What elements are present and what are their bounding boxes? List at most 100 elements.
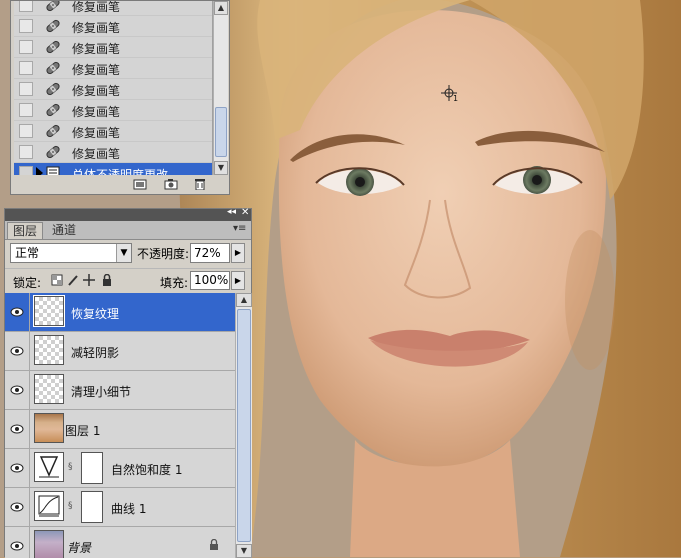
- history-state-item[interactable]: 修复画笔: [14, 58, 212, 79]
- history-brush-source-checkbox[interactable]: [19, 61, 33, 75]
- lock-position-icon[interactable]: [83, 274, 95, 286]
- collapse-icon[interactable]: ◂◂: [227, 207, 236, 217]
- layer-thumbnail-transparent[interactable]: [34, 335, 64, 365]
- opacity-slider-button[interactable]: ▶: [231, 243, 245, 263]
- layer-mask-thumbnail[interactable]: [81, 452, 103, 484]
- eye-icon: [10, 463, 24, 473]
- lock-row: 锁定: 填充: 100% ▶: [5, 268, 251, 291]
- healing-brush-icon: [46, 82, 60, 96]
- layer-row[interactable]: § 自然饱和度 1: [5, 449, 235, 488]
- history-brush-source-checkbox[interactable]: [19, 103, 33, 117]
- opacity-label: 不透明度:: [137, 247, 190, 261]
- layer-thumbnail-photo[interactable]: [34, 413, 64, 443]
- history-state-label: 修复画笔: [72, 42, 121, 56]
- healing-brush-icon: [46, 40, 60, 54]
- eye-icon: [10, 424, 24, 434]
- layers-tabbar: 图层 通道 ▾≡: [5, 221, 251, 240]
- history-brush-source-checkbox[interactable]: [19, 82, 33, 96]
- vibrance-adjustment-icon[interactable]: [34, 452, 64, 482]
- opacity-input[interactable]: 72%: [190, 243, 230, 263]
- history-state-item[interactable]: 修复画笔: [14, 1, 212, 16]
- scroll-up-button[interactable]: ▲: [214, 1, 228, 15]
- layer-row[interactable]: 减轻阴影: [5, 332, 235, 371]
- history-brush-source-checkbox[interactable]: [19, 40, 33, 54]
- healing-brush-icon: [46, 124, 60, 138]
- layer-thumbnail-transparent[interactable]: [34, 374, 64, 404]
- history-brush-source-checkbox[interactable]: [19, 19, 33, 33]
- scroll-down-button[interactable]: ▼: [214, 161, 228, 175]
- history-state-item[interactable]: 修复画笔: [14, 121, 212, 142]
- tab-layers[interactable]: 图层: [7, 222, 44, 239]
- layer-row[interactable]: 清理小细节: [5, 371, 235, 410]
- history-state-label: 修复画笔: [72, 1, 121, 14]
- history-state-label: 总体不透明度更改: [72, 168, 169, 175]
- delete-state-icon[interactable]: [193, 178, 207, 190]
- layer-row[interactable]: § 曲线 1: [5, 488, 235, 527]
- history-state-item[interactable]: 修复画笔: [14, 79, 212, 100]
- close-icon[interactable]: ✕: [241, 207, 249, 218]
- layer-thumbnail-photo[interactable]: [34, 530, 64, 558]
- layer-name[interactable]: 自然饱和度 1: [111, 461, 182, 478]
- history-state-label: 修复画笔: [72, 21, 121, 35]
- panel-menu-icon[interactable]: ▾≡: [233, 223, 246, 234]
- eye-icon: [10, 346, 24, 356]
- scroll-thumb[interactable]: [215, 107, 227, 157]
- mask-link-icon[interactable]: §: [68, 462, 73, 472]
- layer-name[interactable]: 清理小细节: [71, 383, 131, 400]
- lock-all-icon[interactable]: [101, 274, 113, 286]
- history-state-item[interactable]: 总体不透明度更改: [14, 163, 212, 175]
- healing-brush-icon: [46, 19, 60, 33]
- layer-name[interactable]: 恢复纹理: [71, 305, 119, 322]
- history-state-item[interactable]: 修复画笔: [14, 100, 212, 121]
- curves-adjustment-icon[interactable]: [34, 491, 64, 521]
- history-state-item[interactable]: 修复画笔: [14, 16, 212, 37]
- layer-name[interactable]: 图层 1: [65, 422, 100, 439]
- eye-icon: [10, 385, 24, 395]
- layer-visibility-toggle[interactable]: [5, 332, 30, 370]
- layer-visibility-toggle[interactable]: [5, 371, 30, 409]
- fill-label: 填充:: [160, 276, 189, 290]
- layer-visibility-toggle[interactable]: [5, 410, 30, 448]
- history-state-label: 修复画笔: [72, 84, 121, 98]
- lock-image-pixels-icon[interactable]: [67, 274, 79, 286]
- mask-link-icon[interactable]: §: [68, 501, 73, 511]
- layer-visibility-toggle[interactable]: [5, 488, 30, 526]
- layer-row[interactable]: 背景: [5, 527, 235, 558]
- new-snapshot-icon[interactable]: [164, 178, 178, 190]
- lock-transparent-pixels-icon[interactable]: [51, 274, 63, 286]
- fill-slider-button[interactable]: ▶: [231, 271, 245, 290]
- layers-scrollbar[interactable]: ▲ ▼: [235, 293, 252, 558]
- history-state-label: 修复画笔: [72, 63, 121, 77]
- layers-panel: ◂◂ ✕ 图层 通道 ▾≡ 正常 ▼ 不透明度: 72% ▶ 锁定: 填充: 1…: [4, 207, 252, 558]
- history-brush-source-checkbox[interactable]: [19, 166, 33, 175]
- layer-row[interactable]: 图层 1: [5, 410, 235, 449]
- layer-visibility-toggle[interactable]: [5, 449, 30, 487]
- new-document-from-state-icon[interactable]: [133, 178, 147, 190]
- history-brush-source-checkbox[interactable]: [19, 1, 33, 12]
- layer-mask-thumbnail[interactable]: [81, 491, 103, 523]
- layer-row[interactable]: 恢复纹理: [5, 293, 235, 332]
- history-state-item[interactable]: 修复画笔: [14, 142, 212, 163]
- history-brush-source-checkbox[interactable]: [19, 124, 33, 138]
- layer-lock-icon: [210, 539, 218, 550]
- scroll-thumb[interactable]: [237, 309, 251, 542]
- history-scrollbar[interactable]: ▲ ▼: [213, 1, 228, 175]
- layer-visibility-toggle[interactable]: [5, 293, 30, 331]
- panel-titlebar[interactable]: ◂◂ ✕: [5, 207, 251, 221]
- tab-channels[interactable]: 通道: [47, 222, 81, 238]
- layer-name[interactable]: 曲线 1: [111, 500, 146, 517]
- layer-thumbnail-transparent[interactable]: [33, 295, 65, 327]
- chevron-down-icon[interactable]: ▼: [116, 244, 131, 262]
- layer-name[interactable]: 减轻阴影: [71, 344, 119, 361]
- history-brush-source-checkbox[interactable]: [19, 145, 33, 159]
- scroll-up-button[interactable]: ▲: [236, 293, 252, 307]
- blend-mode-select[interactable]: 正常 ▼: [10, 243, 132, 263]
- layer-name[interactable]: 背景: [67, 539, 91, 556]
- history-state-item[interactable]: 修复画笔: [14, 37, 212, 58]
- fill-input[interactable]: 100%: [190, 271, 230, 290]
- scroll-down-button[interactable]: ▼: [236, 544, 252, 558]
- layer-visibility-toggle[interactable]: [5, 527, 30, 558]
- layer-list: 恢复纹理减轻阴影清理小细节图层 1 § 自然饱和度 1 § 曲线 1 背景: [5, 293, 235, 558]
- history-state-icon: [46, 166, 60, 175]
- lock-label: 锁定:: [13, 276, 42, 290]
